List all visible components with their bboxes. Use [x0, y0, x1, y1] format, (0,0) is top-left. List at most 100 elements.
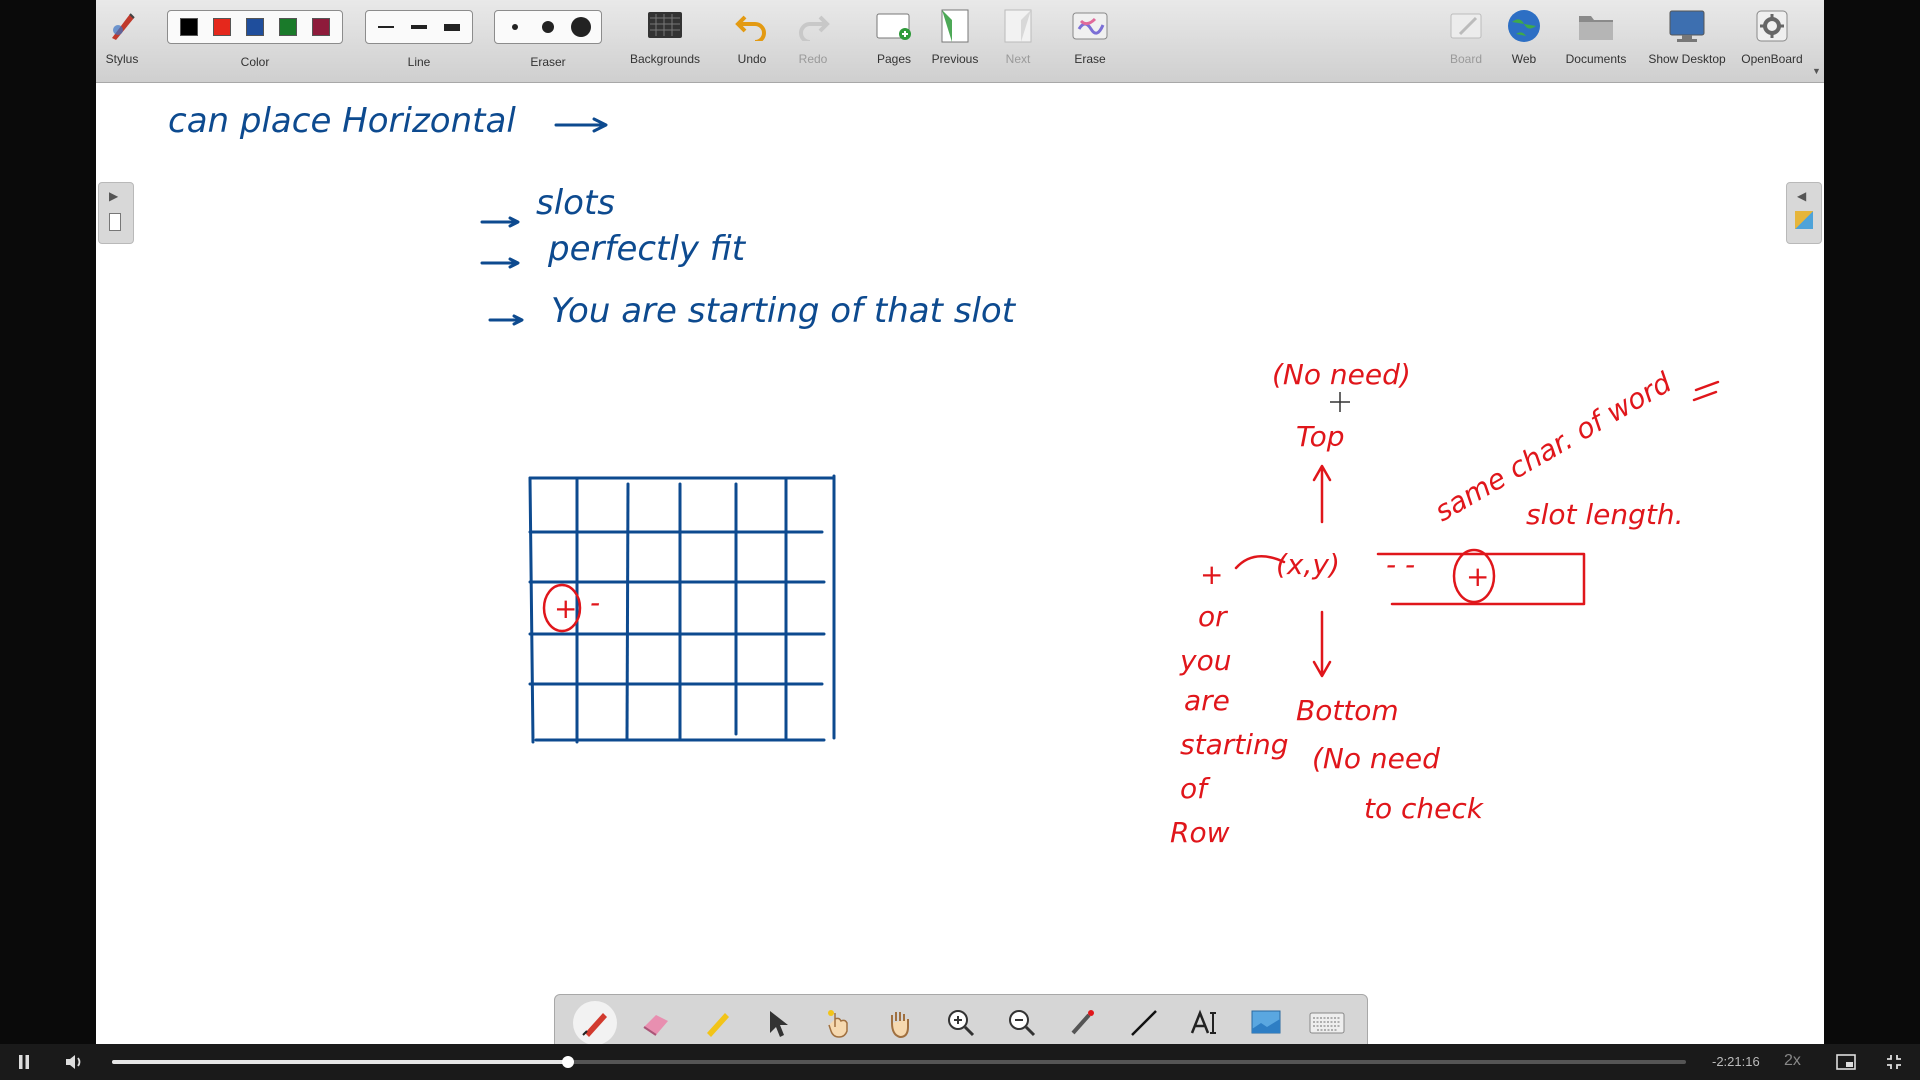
redo-button[interactable]: Redo: [791, 6, 835, 76]
pause-button[interactable]: [12, 1050, 36, 1074]
point-text: (x,y): [1276, 548, 1340, 581]
openboard-menu-button[interactable]: OpenBoard: [1736, 6, 1808, 76]
interact-tool-icon[interactable]: [817, 1001, 861, 1044]
bullet-text-3: You are starting of that slot: [551, 291, 1017, 331]
board-icon: [1446, 6, 1486, 46]
volume-button[interactable]: [62, 1050, 86, 1074]
line-label: Line: [407, 55, 431, 69]
grid-minus-mark: -: [590, 586, 600, 619]
bullet-arrow-3: [488, 314, 524, 326]
board-button[interactable]: Board: [1444, 6, 1488, 76]
bottom-note-line1: (No need: [1312, 742, 1440, 775]
heading-arrow: [554, 117, 608, 133]
down-arrow: [1312, 610, 1332, 678]
openboard-window: Stylus Color Line Eraser Backgrounds Und…: [96, 0, 1824, 1044]
backgrounds-button[interactable]: Backgrounds: [625, 6, 705, 76]
selector-tool-icon[interactable]: [756, 1001, 800, 1044]
undo-icon: [732, 6, 772, 46]
eraser-small[interactable]: [501, 13, 529, 41]
heading-text: can place Horizontal: [168, 101, 516, 141]
board-label: Board: [1449, 52, 1483, 66]
zoom-out-icon[interactable]: [1000, 1001, 1044, 1044]
undo-button[interactable]: Undo: [730, 6, 774, 76]
playback-speed-button[interactable]: 2x: [1784, 1052, 1801, 1070]
show-desktop-button[interactable]: Show Desktop: [1642, 6, 1732, 76]
pages-button[interactable]: Pages: [872, 6, 916, 76]
laser-pointer-icon[interactable]: [1061, 1001, 1105, 1044]
erase-button[interactable]: Erase: [1066, 6, 1114, 76]
color-green[interactable]: [274, 13, 302, 41]
pause-icon: [19, 1055, 29, 1069]
color-label: Color: [240, 55, 270, 69]
stylus-button[interactable]: Stylus: [100, 6, 144, 76]
gear-icon: [1752, 6, 1792, 46]
highlighter-tool-icon[interactable]: [695, 1001, 739, 1044]
slot-plus: +: [1466, 560, 1489, 593]
line-thin[interactable]: [372, 13, 400, 41]
picture-in-picture-icon: [1836, 1054, 1856, 1070]
web-button[interactable]: Web: [1504, 6, 1544, 76]
seek-bar-handle[interactable]: [562, 1056, 575, 1068]
redo-icon: [793, 6, 833, 46]
folder-icon: [1576, 6, 1616, 46]
bullet-arrow-2: [480, 257, 520, 269]
same-char-underline: [1692, 380, 1720, 402]
bullet-text-2: perfectly fit: [547, 229, 747, 269]
seek-bar[interactable]: [112, 1056, 1686, 1068]
show-desktop-label: Show Desktop: [1648, 52, 1726, 66]
crosshair-cursor-icon: [1330, 392, 1350, 412]
left-note-4: starting: [1180, 728, 1289, 761]
left-note-2: you: [1179, 644, 1231, 677]
hand-tool-icon[interactable]: [878, 1001, 922, 1044]
erase-label: Erase: [1074, 52, 1106, 66]
picture-in-picture-button[interactable]: [1834, 1050, 1858, 1074]
ink-layer: can place Horizontal slots perfectly fit…: [168, 101, 1720, 849]
eraser-tool-icon[interactable]: [634, 1001, 678, 1044]
pages-label: Pages: [876, 52, 912, 66]
volume-icon: [66, 1055, 81, 1069]
monitor-icon: [1667, 6, 1707, 46]
eraser-medium[interactable]: [534, 13, 562, 41]
bullet-arrow-1: [480, 216, 520, 228]
next-button[interactable]: Next: [996, 6, 1040, 76]
whiteboard-canvas[interactable]: ▶ ◀ can place Horizontal slots perfectly…: [96, 82, 1824, 1044]
left-note-6: Row: [1170, 816, 1230, 849]
zoom-in-icon[interactable]: [939, 1001, 983, 1044]
redo-label: Redo: [798, 52, 828, 66]
line-medium[interactable]: [405, 13, 433, 41]
color-blue[interactable]: [241, 13, 269, 41]
exit-fullscreen-icon: [1887, 1055, 1901, 1069]
backgrounds-icon: [645, 6, 685, 46]
openboard-dropdown-arrow-icon[interactable]: ▼: [1812, 66, 1821, 76]
top-label: Top: [1296, 420, 1345, 453]
eraser-size-selector: [494, 10, 602, 44]
seek-bar-played: [112, 1060, 569, 1064]
line-tool-icon[interactable]: [1122, 1001, 1166, 1044]
previous-page-icon: [935, 6, 975, 46]
exit-fullscreen-button[interactable]: [1882, 1050, 1906, 1074]
erase-board-icon: [1070, 6, 1110, 46]
color-palette: [167, 10, 343, 44]
capture-tool-icon[interactable]: [1244, 1001, 1288, 1044]
pen-tool-icon[interactable]: [573, 1001, 618, 1044]
bottom-label: Bottom: [1296, 694, 1399, 727]
color-maroon[interactable]: [307, 13, 335, 41]
top-no-need-text: (No need): [1272, 358, 1411, 391]
text-tool-icon[interactable]: [1183, 1001, 1227, 1044]
color-black[interactable]: [175, 13, 203, 41]
bottom-tool-dock: [554, 994, 1368, 1044]
eraser-label: Eraser: [530, 55, 566, 69]
grid-plus-mark: +: [554, 592, 577, 625]
bottom-note-line2: to check: [1364, 792, 1485, 825]
up-arrow: [1312, 464, 1332, 524]
previous-button[interactable]: Previous: [929, 6, 981, 76]
time-remaining: -2:21:16: [1712, 1054, 1760, 1069]
color-red[interactable]: [208, 13, 236, 41]
globe-icon: [1504, 6, 1544, 46]
video-player-bar: -2:21:16 2x: [0, 1044, 1920, 1080]
documents-button[interactable]: Documents: [1562, 6, 1630, 76]
eraser-large[interactable]: [567, 13, 595, 41]
line-thick[interactable]: [438, 13, 466, 41]
keyboard-tool-icon[interactable]: [1305, 1001, 1349, 1044]
pages-add-icon: [874, 6, 914, 46]
